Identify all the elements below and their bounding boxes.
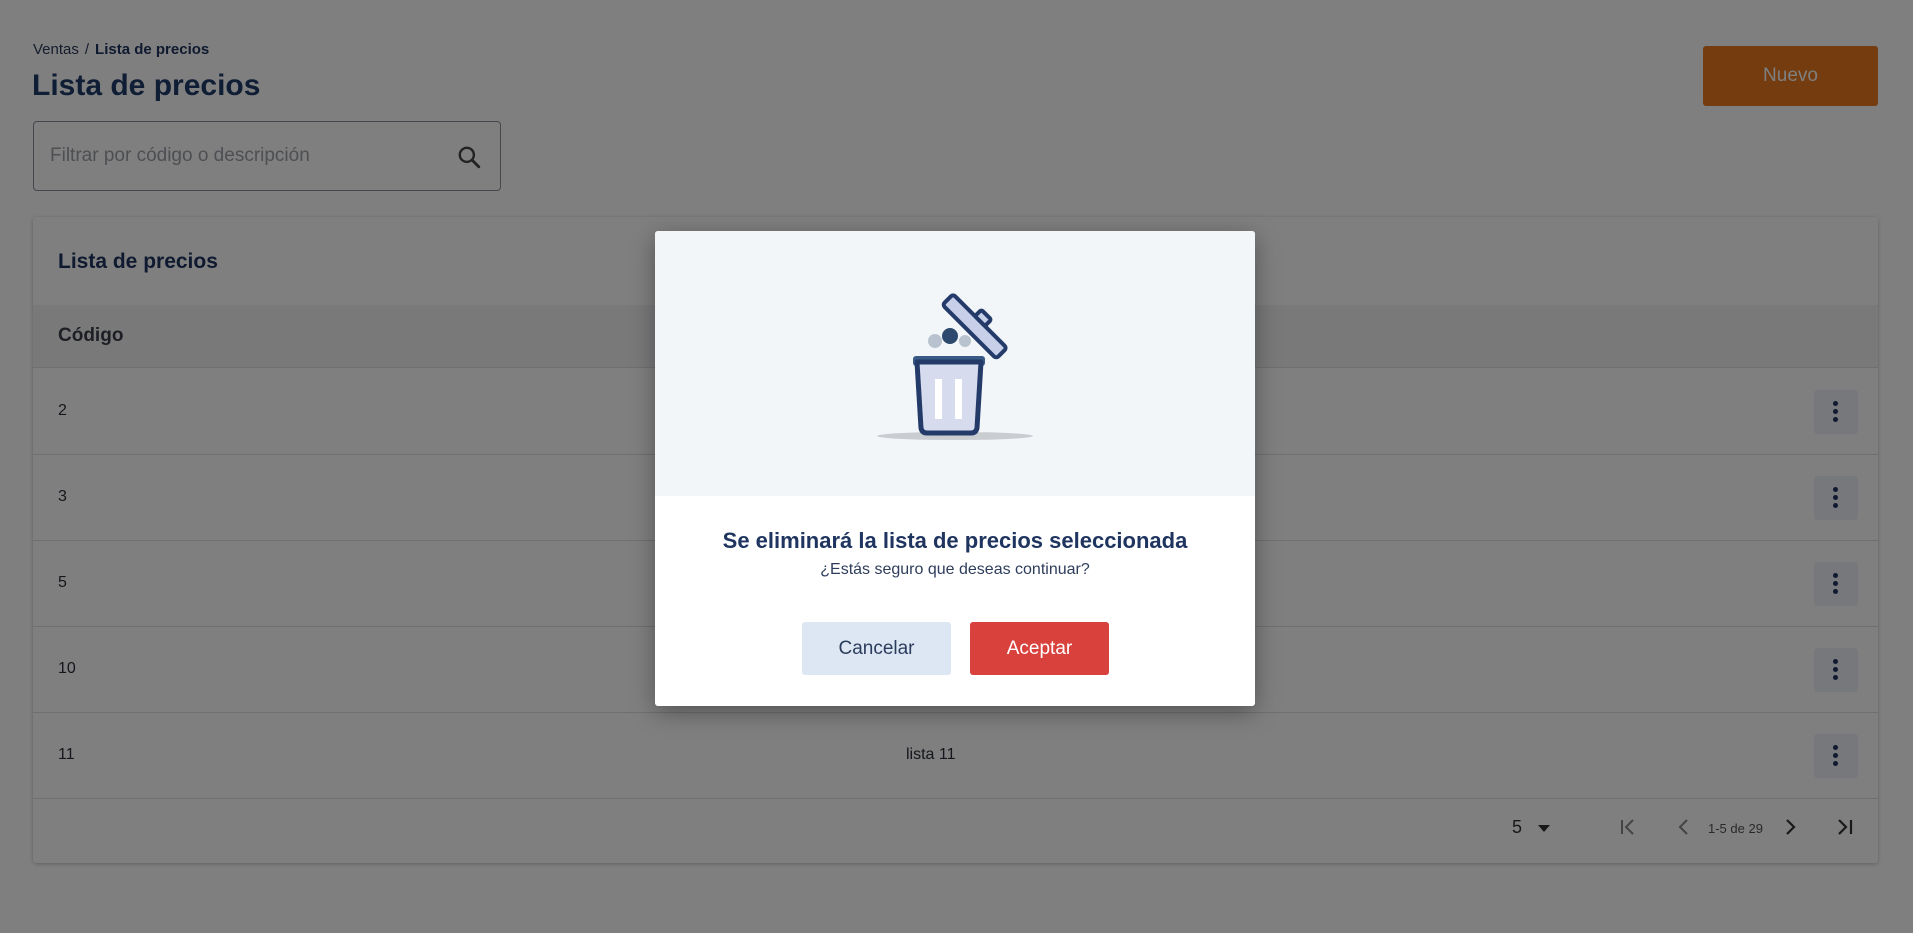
dialog-title: Se eliminará la lista de precios selecci…	[722, 528, 1188, 553]
delete-confirmation-dialog: Se eliminará la lista de precios selecci…	[655, 231, 1255, 706]
cancel-button[interactable]: Cancelar	[802, 622, 951, 675]
trash-icon	[877, 293, 1033, 440]
dialog-illustration	[655, 231, 1255, 496]
dialog-message: ¿Estás seguro que deseas continuar?	[820, 561, 1090, 578]
accept-button[interactable]: Aceptar	[970, 622, 1109, 675]
price-list-page: Ventas/Lista de precios Lista de precios…	[0, 0, 1913, 933]
